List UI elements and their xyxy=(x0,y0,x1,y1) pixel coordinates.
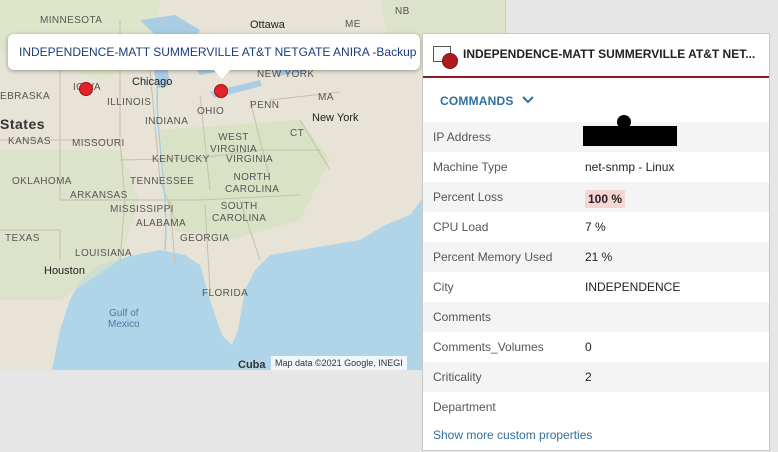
map-label-georgia: GEORGIA xyxy=(180,233,230,244)
map-label-florida: FLORIDA xyxy=(202,288,249,299)
map-label-north-carolina: NORTH CAROLINA xyxy=(225,172,280,195)
property-row-cpu-load: CPU Load 7 % xyxy=(423,212,769,242)
map-label-states: States xyxy=(0,116,46,132)
map-label-tennessee: TENNESSEE xyxy=(130,176,195,187)
map-tooltip-arrow xyxy=(213,69,231,79)
map-label-cuba: Cuba xyxy=(238,359,266,370)
map-label-kansas: KANSAS xyxy=(8,136,51,147)
property-key: Percent Loss xyxy=(433,190,504,204)
status-down-icon xyxy=(442,53,458,69)
property-key: Comments_Volumes xyxy=(433,340,544,354)
map-label-ohio: OHIO xyxy=(197,106,225,117)
map-label-ct: CT xyxy=(290,128,305,139)
property-key: City xyxy=(433,280,454,294)
property-value: net-snmp - Linux xyxy=(585,160,675,174)
map-label-nebraska: EBRASKA xyxy=(0,91,51,102)
map-label-south-carolina: SOUTH CAROLINA xyxy=(212,201,267,224)
ip-address-redacted xyxy=(583,126,677,146)
map-label-louisiana: LOUISIANA xyxy=(75,248,132,259)
property-row-criticality: Criticality 2 xyxy=(423,362,769,392)
map-label-houston: Houston xyxy=(44,265,85,277)
map-label-penn: PENN xyxy=(250,100,280,111)
property-value: 21 % xyxy=(585,250,613,264)
show-more-properties-link[interactable]: Show more custom properties xyxy=(433,428,592,442)
map-label-kentucky: KENTUCKY xyxy=(152,154,210,165)
property-row-city: City INDEPENDENCE xyxy=(423,272,769,302)
map-label-ottawa: Ottawa xyxy=(250,19,285,31)
property-key: Comments xyxy=(433,310,492,324)
property-row-comments-volumes: Comments_Volumes 0 xyxy=(423,332,769,362)
map-label-indiana: INDIANA xyxy=(145,116,189,127)
map-label-minnesota: MINNESOTA xyxy=(40,15,103,26)
node-details-panel: INDEPENDENCE-MATT SUMMERVILLE AT&T NET..… xyxy=(422,33,770,451)
property-key: Machine Type xyxy=(433,160,508,174)
node-marker-selected[interactable] xyxy=(214,84,228,98)
property-value: 0 xyxy=(585,340,592,354)
map-label-alabama: ALABAMA xyxy=(136,218,187,229)
map-label-ma: MA xyxy=(318,92,334,103)
map-label-new-york-state: NEW YORK xyxy=(257,69,315,80)
property-key: IP Address xyxy=(433,130,491,144)
map-label-west-virginia: WEST VIRGINIA xyxy=(210,132,258,155)
property-key: Department xyxy=(433,400,496,414)
map-tooltip: INDEPENDENCE-MATT SUMMERVILLE AT&T NETGA… xyxy=(8,34,420,70)
property-row-machine-type: Machine Type net-snmp - Linux xyxy=(423,152,769,182)
property-row-department: Department xyxy=(423,392,769,422)
map-label-texas: TEXAS xyxy=(5,233,40,244)
panel-header: INDEPENDENCE-MATT SUMMERVILLE AT&T NET..… xyxy=(423,34,769,78)
node-marker[interactable] xyxy=(79,82,93,96)
property-key: Percent Memory Used xyxy=(433,250,553,264)
map-label-missouri: MISSOURI xyxy=(72,138,125,149)
map-attribution[interactable]: Map data ©2021 Google, INEGI xyxy=(271,356,407,370)
property-row-percent-memory-used: Percent Memory Used 21 % xyxy=(423,242,769,272)
property-value: INDEPENDENCE xyxy=(585,280,681,294)
panel-title[interactable]: INDEPENDENCE-MATT SUMMERVILLE AT&T NET..… xyxy=(463,47,763,61)
map-label-virginia: VIRGINIA xyxy=(226,154,274,165)
map-label-new-york-city: New York xyxy=(312,112,359,124)
property-row-percent-loss: Percent Loss 100 % xyxy=(423,182,769,212)
map-label-arkansas: ARKANSAS xyxy=(70,190,128,201)
map-label-illinois: ILLINOIS xyxy=(107,97,152,108)
map-label-nb: NB xyxy=(395,6,410,17)
property-value: 2 xyxy=(585,370,592,384)
chevron-down-icon[interactable] xyxy=(522,95,534,105)
commands-menu[interactable]: COMMANDS xyxy=(423,78,769,122)
property-value: 7 % xyxy=(585,220,606,234)
map-label-me: ME xyxy=(345,19,361,30)
map-label-chicago: Chicago xyxy=(132,76,173,88)
percent-loss-badge: 100 % xyxy=(585,190,626,208)
property-key: CPU Load xyxy=(433,220,489,234)
commands-label[interactable]: COMMANDS xyxy=(440,94,514,108)
map-label-mississippi: MISSISSIPPI xyxy=(110,204,174,215)
map-label-gulf-of-mexico: Gulf of Mexico xyxy=(108,308,140,330)
property-row-ip-address: IP Address xyxy=(423,115,769,152)
map-label-oklahoma: OKLAHOMA xyxy=(12,176,72,187)
property-row-comments: Comments xyxy=(423,302,769,332)
property-key: Criticality xyxy=(433,370,482,384)
